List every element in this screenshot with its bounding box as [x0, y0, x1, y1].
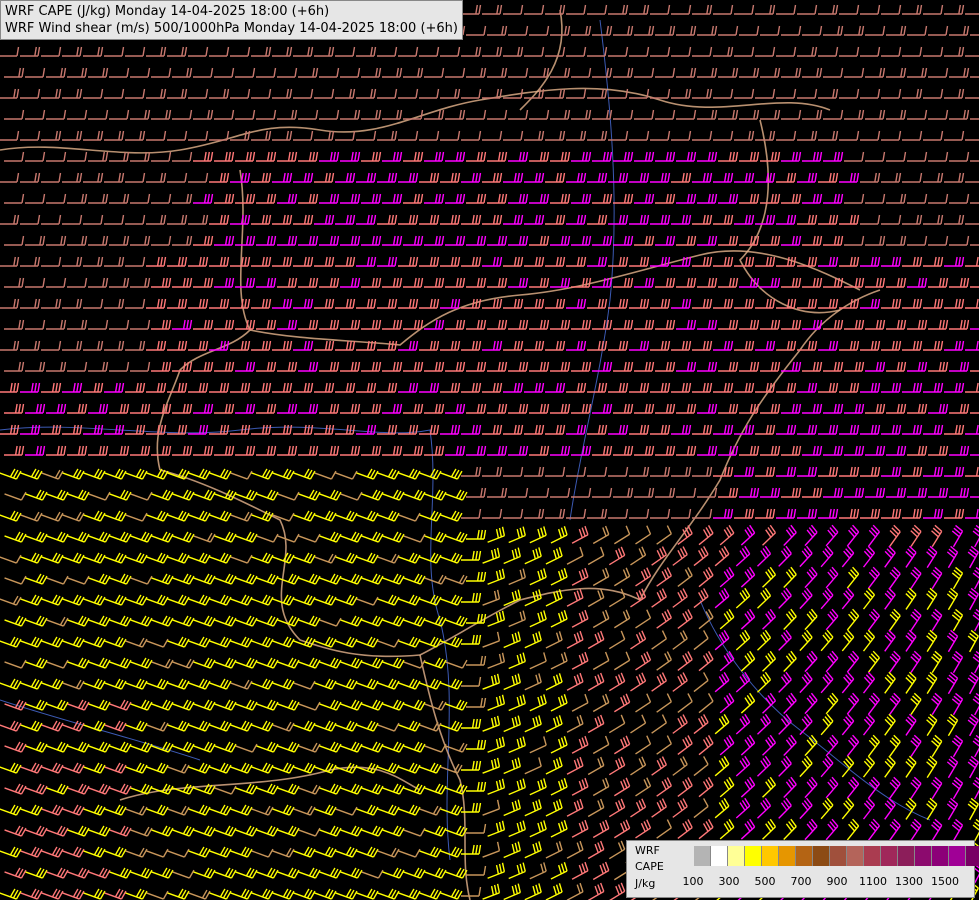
legend-swatch — [966, 846, 979, 866]
legend-swatch — [711, 846, 728, 866]
legend-swatch — [745, 846, 762, 866]
legend-tick-label: 700 — [790, 875, 812, 888]
legend-swatch — [949, 846, 966, 866]
legend-unit: J/kg — [635, 877, 656, 890]
title-wind-shear: WRF Wind shear (m/s) 500/1000hPa Monday … — [5, 21, 458, 36]
legend-swatch — [694, 846, 711, 866]
legend-swatch — [779, 846, 796, 866]
legend-ticks: 100 300 500 700 900 1100 1300 1500 — [677, 875, 967, 889]
legend-swatch — [796, 846, 813, 866]
legend-swatch — [881, 846, 898, 866]
legend-swatch — [932, 846, 949, 866]
legend-swatch — [813, 846, 830, 866]
legend-swatch — [915, 846, 932, 866]
legend-label-wrf: WRF — [635, 844, 660, 857]
title-box: WRF CAPE (J/kg) Monday 14-04-2025 18:00 … — [0, 0, 463, 40]
legend-swatch — [847, 846, 864, 866]
legend-swatch — [728, 846, 745, 866]
legend-swatch — [898, 846, 915, 866]
legend-tick-label: 300 — [718, 875, 740, 888]
title-cape: WRF CAPE (J/kg) Monday 14-04-2025 18:00 … — [5, 4, 330, 19]
legend-tick-label: 900 — [826, 875, 848, 888]
wind-shear-cape-map — [0, 0, 979, 900]
legend-tick-label: 500 — [754, 875, 776, 888]
legend-tick-label: 1500 — [931, 875, 959, 888]
legend-color-scale — [694, 846, 979, 866]
cape-legend: WRF CAPE J/kg 100 300 500 700 900 1100 1300 150… — [626, 840, 979, 898]
legend-swatch — [762, 846, 779, 866]
legend-tick-label: 100 — [682, 875, 704, 888]
legend-swatch — [864, 846, 881, 866]
legend-tick-label: 1300 — [895, 875, 923, 888]
legend-label-cape: CAPE — [635, 860, 664, 873]
legend-tick-label: 1100 — [859, 875, 887, 888]
legend-swatch — [830, 846, 847, 866]
